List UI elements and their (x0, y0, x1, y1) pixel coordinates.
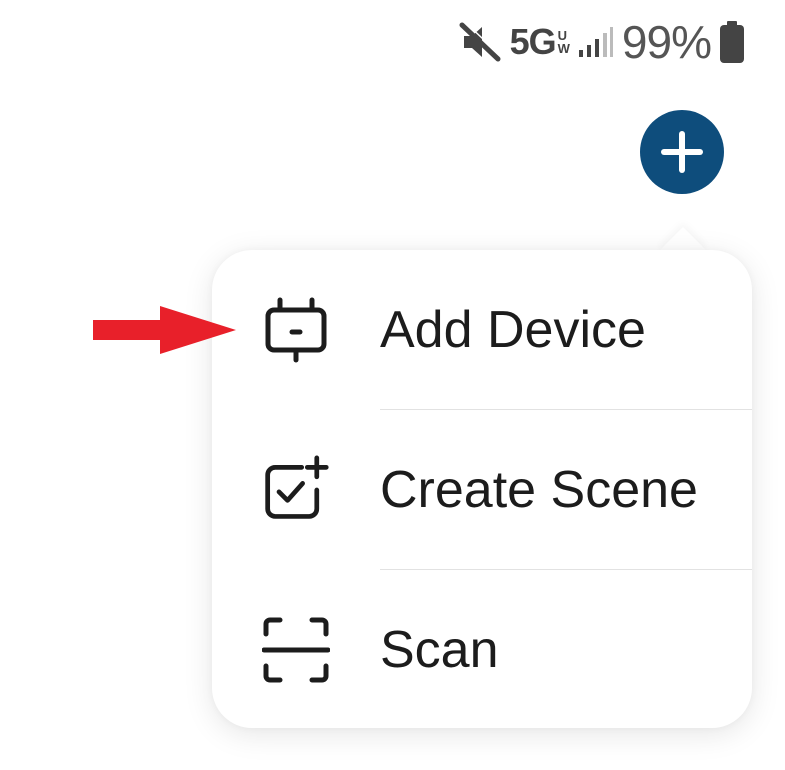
screen: 5G U W 99% Add Device Create Scene Scan (0, 0, 785, 770)
battery-icon (719, 20, 745, 64)
battery-percent: 99% (621, 16, 712, 68)
scan-icon (262, 616, 330, 684)
plus-icon (661, 131, 703, 173)
mute-icon (458, 22, 502, 62)
menu-item-label: Create Scene (380, 461, 698, 519)
menu-item-scan[interactable]: Scan (212, 570, 752, 730)
device-icon (262, 296, 330, 364)
add-menu: Add Device Create Scene Scan (212, 250, 752, 728)
menu-item-label: Add Device (380, 301, 646, 359)
create-scene-icon (262, 455, 330, 524)
network-sub-bottom: W (557, 41, 570, 56)
signal-icon (578, 25, 614, 59)
status-bar: 5G U W 99% (458, 14, 745, 70)
menu-item-add-device[interactable]: Add Device (212, 250, 752, 410)
network-subtype: U W (558, 29, 570, 55)
add-button[interactable] (640, 110, 724, 194)
red-arrow-annotation (90, 302, 240, 358)
network-type: 5G (509, 21, 557, 62)
menu-item-create-scene[interactable]: Create Scene (212, 410, 752, 570)
menu-item-label: Scan (380, 621, 499, 679)
